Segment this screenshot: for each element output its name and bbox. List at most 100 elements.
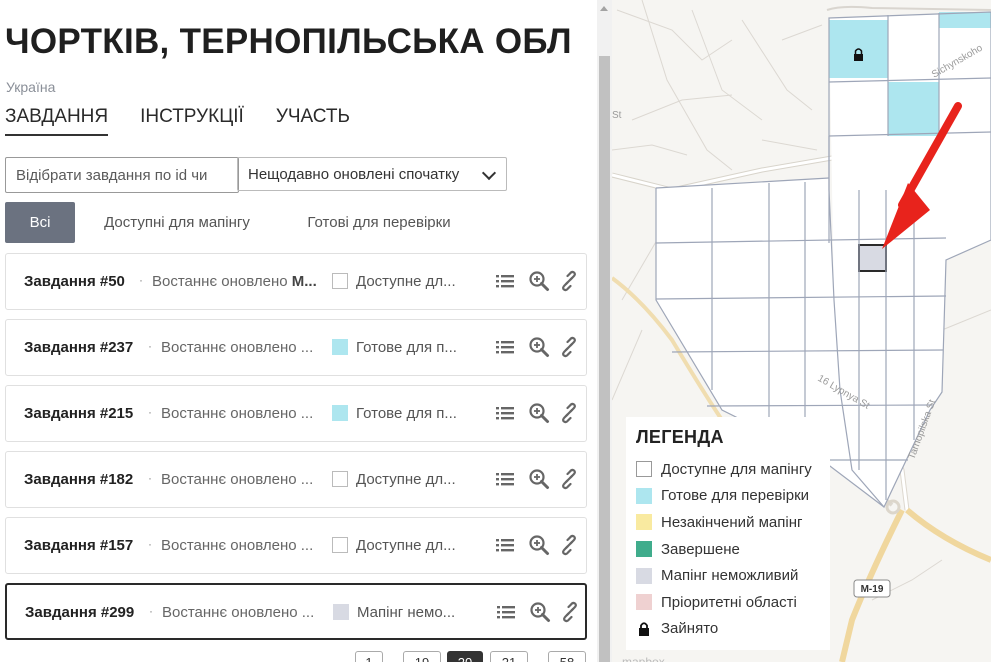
- legend-item: Мапінг неможливий: [636, 562, 820, 589]
- task-row[interactable]: Завдання #299 · Востаннє оновлено ... Мапін…: [5, 583, 587, 640]
- task-name: Завдання #215: [24, 405, 134, 422]
- task-name: Завдання #299: [25, 604, 135, 621]
- zoom-to-task-icon[interactable]: [528, 402, 550, 424]
- legend-item-label: Мапінг неможливий: [661, 567, 799, 585]
- legend-item: Незакінчений мапінг: [636, 509, 820, 536]
- legend-item-label: Готове для перевірки: [661, 487, 810, 505]
- zoom-to-task-icon[interactable]: [529, 601, 551, 623]
- status-color-swatch: [332, 273, 348, 289]
- page-button[interactable]: 58: [548, 651, 586, 662]
- task-link-icon[interactable]: [558, 468, 580, 490]
- tab-tasks[interactable]: ЗАВДАННЯ: [5, 106, 109, 136]
- project-tabs: ЗАВДАННЯ ІНСТРУКЦІЇ УЧАСТЬ: [5, 106, 382, 136]
- legend-item-label: Незакінчений мапінг: [661, 513, 803, 531]
- legend-color-swatch: [636, 541, 652, 558]
- task-last-updated-text: Востаннє оновлено ...: [161, 537, 314, 554]
- task-status: Доступне дл...: [356, 471, 456, 488]
- legend-item-label: Доступне для мапінгу: [661, 460, 812, 478]
- zoom-to-task-icon[interactable]: [528, 270, 550, 292]
- task-status: Мапінг немо...: [357, 604, 456, 621]
- task-row[interactable]: Завдання #182 · Востаннє оновлено ... Досту…: [5, 451, 587, 508]
- tab-instructions[interactable]: ІНСТРУКЦІЇ: [140, 106, 244, 136]
- task-last-updated: Востаннє оновлено ...: [162, 585, 332, 640]
- sort-order-select[interactable]: Нещодавно оновлені спочатку: [237, 157, 507, 191]
- legend-item-label: Пріоритетні області: [661, 593, 797, 611]
- task-last-updated-text: Востаннє оновлено ...: [161, 339, 314, 356]
- zoom-to-task-icon[interactable]: [528, 534, 550, 556]
- legend-title: ЛЕГЕНДА: [636, 427, 724, 447]
- task-panel: ЧОРТКІВ, ТЕРНОПІЛЬСЬКА ОБЛ Україна ЗАВДА…: [0, 0, 597, 662]
- lock-icon: [636, 621, 652, 637]
- task-last-updated: Востаннє оновлено ...: [161, 320, 331, 375]
- map-legend: ЛЕГЕНДА Доступне для мапінгу Готове для п…: [626, 417, 830, 650]
- task-last-updated: Востаннє оновлено ...: [161, 386, 331, 441]
- legend-item: Доступне для мапінгу: [636, 456, 820, 483]
- page-button[interactable]: 20: [447, 651, 483, 662]
- task-history-icon[interactable]: [494, 402, 516, 424]
- task-row[interactable]: Завдання #237 · Востаннє оновлено ... Готов…: [5, 319, 587, 376]
- legend-color-swatch: [636, 461, 652, 478]
- filter-available-button[interactable]: Доступні для мапінгу: [88, 202, 266, 243]
- task-last-updated: Востаннє оновлено ...: [161, 518, 331, 573]
- task-row[interactable]: Завдання #50 · Востаннє оновлено M... Досту…: [5, 253, 587, 310]
- zoom-to-task-icon[interactable]: [528, 468, 550, 490]
- task-link-icon[interactable]: [558, 270, 580, 292]
- status-color-swatch: [332, 471, 348, 487]
- scroll-up-arrow-icon[interactable]: [600, 6, 608, 11]
- task-link-icon[interactable]: [558, 402, 580, 424]
- task-row[interactable]: Завдання #157 · Востаннє оновлено ... Досту…: [5, 517, 587, 574]
- status-color-swatch: [332, 405, 348, 421]
- task-name: Завдання #157: [24, 537, 134, 554]
- task-last-updated: Востаннє оновлено ...: [161, 452, 331, 507]
- chevron-down-icon: [481, 165, 497, 181]
- page-button[interactable]: 19: [403, 651, 441, 662]
- task-last-updated-text: Востаннє оновлено ...: [162, 604, 315, 621]
- legend-color-swatch: [636, 487, 652, 504]
- filter-all-button[interactable]: Всі: [5, 202, 75, 243]
- task-name: Завдання #182: [24, 471, 134, 488]
- task-row[interactable]: Завдання #215 · Востаннє оновлено ... Готов…: [5, 385, 587, 442]
- task-link-icon[interactable]: [558, 534, 580, 556]
- legend-items: Доступне для мапінгу Готове для перевірки…: [636, 456, 820, 642]
- task-history-icon[interactable]: [495, 601, 517, 623]
- task-id-filter-input[interactable]: [5, 157, 239, 193]
- legend-color-swatch: [636, 567, 652, 584]
- task-updated-user: M...: [291, 273, 317, 290]
- task-name: Завдання #50: [24, 273, 125, 290]
- separator-dot: ·: [148, 471, 152, 485]
- zoom-to-task-icon[interactable]: [528, 336, 550, 358]
- task-name: Завдання #237: [24, 339, 134, 356]
- map-attribution: mapbox: [622, 655, 665, 662]
- legend-color-swatch: [636, 594, 652, 611]
- page-button[interactable]: 1: [355, 651, 383, 662]
- status-color-swatch: [332, 339, 348, 355]
- task-status: Готове для п...: [356, 339, 457, 356]
- task-last-updated-text: Востаннє оновлено ...: [161, 471, 314, 488]
- page-title: ЧОРТКІВ, ТЕРНОПІЛЬСЬКА ОБЛ: [5, 22, 572, 61]
- status-color-swatch: [333, 604, 349, 620]
- separator-dot: ·: [148, 339, 152, 353]
- task-history-icon[interactable]: [494, 468, 516, 490]
- legend-item: Пріоритетні області: [636, 589, 820, 616]
- legend-item: Готове для перевірки: [636, 483, 820, 510]
- task-status: Доступне дл...: [356, 537, 456, 554]
- separator-dot: ·: [139, 273, 143, 287]
- page-button[interactable]: 21: [490, 651, 528, 662]
- task-history-icon[interactable]: [494, 336, 516, 358]
- tab-participation[interactable]: УЧАСТЬ: [276, 106, 350, 136]
- task-last-updated: Востаннє оновлено M...: [152, 254, 332, 309]
- separator-dot: ·: [149, 604, 153, 618]
- scrollbar-thumb[interactable]: [599, 56, 610, 662]
- separator-dot: ·: [148, 537, 152, 551]
- task-last-updated-text: Востаннє оновлено ...: [161, 405, 314, 422]
- map-road-label-m19: M-19: [861, 584, 884, 595]
- task-history-icon[interactable]: [494, 534, 516, 556]
- sort-order-value: Нещодавно оновлені спочатку: [248, 165, 460, 183]
- map-street-label-st: St: [612, 110, 622, 121]
- status-color-swatch: [332, 537, 348, 553]
- filter-ready-review-button[interactable]: Готові для перевірки: [290, 202, 468, 243]
- task-history-icon[interactable]: [494, 270, 516, 292]
- task-link-icon[interactable]: [559, 601, 581, 623]
- task-link-icon[interactable]: [558, 336, 580, 358]
- page-scrollbar[interactable]: [597, 0, 612, 662]
